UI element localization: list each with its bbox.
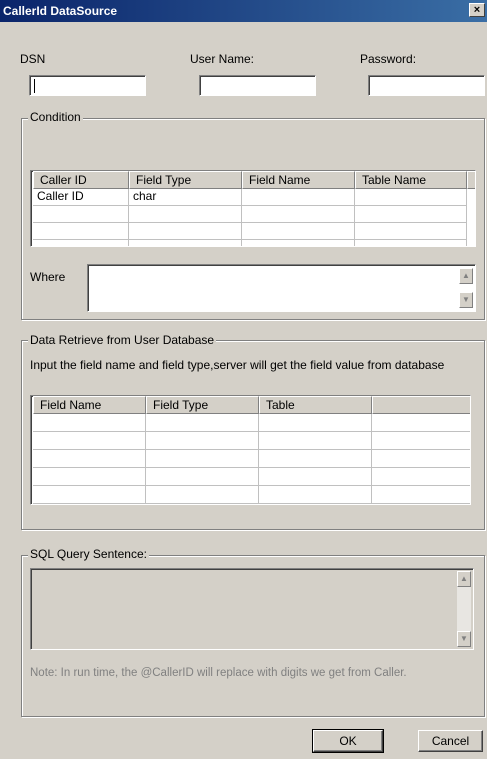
table-cell[interactable]	[33, 432, 146, 450]
table-cell[interactable]	[146, 432, 259, 450]
dsn-label: DSN	[20, 52, 46, 66]
table-cell[interactable]	[242, 240, 355, 246]
where-label: Where	[30, 270, 66, 284]
table-cell[interactable]	[372, 468, 470, 486]
table-cell[interactable]	[372, 414, 470, 432]
condition-table[interactable]: Caller ID Field Type Field Name Table Na…	[30, 170, 476, 247]
password-field[interactable]	[368, 75, 485, 96]
table-cell[interactable]	[33, 240, 129, 246]
table-cell[interactable]	[355, 206, 467, 223]
retrieve-table[interactable]: Field Name Field Type Table	[30, 395, 471, 505]
column-header-table[interactable]: Table	[259, 396, 372, 414]
user-name-field[interactable]	[199, 75, 316, 96]
table-cell[interactable]	[146, 450, 259, 468]
close-button[interactable]: ×	[469, 3, 485, 17]
scroll-down-button[interactable]: ▼	[457, 631, 471, 647]
column-header-field-type[interactable]: Field Type	[146, 396, 259, 414]
where-field[interactable]: ▲ ▼	[87, 264, 476, 312]
table-cell[interactable]	[129, 206, 242, 223]
column-header-blank[interactable]	[372, 396, 470, 414]
title-bar: CallerId DataSource	[0, 0, 487, 22]
sql-legend: SQL Query Sentence:	[28, 547, 149, 561]
down-arrow-icon: ▼	[462, 295, 470, 304]
sql-note: Note: In run time, the @CallerID will re…	[30, 667, 407, 679]
table-cell[interactable]	[129, 240, 242, 246]
down-arrow-icon: ▼	[460, 634, 468, 643]
table-cell[interactable]: char	[129, 189, 242, 206]
data-retrieve-description: Input the field name and field type,serv…	[30, 358, 445, 372]
table-cell[interactable]	[33, 223, 129, 240]
table-cell[interactable]	[259, 486, 372, 504]
table-cell[interactable]	[259, 450, 372, 468]
column-header-spacer	[467, 171, 475, 189]
text-caret	[34, 79, 35, 93]
table-cell[interactable]	[146, 414, 259, 432]
column-header-field-name[interactable]: Field Name	[33, 396, 146, 414]
table-cell[interactable]	[242, 223, 355, 240]
data-retrieve-legend: Data Retrieve from User Database	[28, 333, 217, 347]
table-cell[interactable]	[259, 414, 372, 432]
table-cell[interactable]	[33, 414, 146, 432]
table-cell[interactable]	[33, 486, 146, 504]
cancel-button[interactable]: Cancel	[418, 730, 483, 752]
table-cell[interactable]	[355, 240, 467, 246]
column-header-field-name[interactable]: Field Name	[242, 171, 355, 189]
table-cell[interactable]: Caller ID	[33, 189, 129, 206]
table-cell[interactable]	[259, 432, 372, 450]
table-cell[interactable]	[146, 486, 259, 504]
table-cell[interactable]	[372, 486, 470, 504]
table-cell[interactable]	[355, 223, 467, 240]
table-cell[interactable]	[242, 189, 355, 206]
condition-legend: Condition	[28, 110, 83, 124]
column-header-table-name[interactable]: Table Name	[355, 171, 467, 189]
table-cell[interactable]	[372, 432, 470, 450]
scroll-up-button[interactable]: ▲	[459, 268, 473, 284]
password-label: Password:	[360, 52, 417, 66]
table-cell[interactable]	[259, 468, 372, 486]
sql-query-field[interactable]: ▲ ▼	[30, 568, 474, 650]
scrollbar-track[interactable]	[457, 587, 471, 631]
scroll-down-button[interactable]: ▼	[459, 292, 473, 308]
table-cell[interactable]	[33, 450, 146, 468]
scroll-up-button[interactable]: ▲	[457, 571, 471, 587]
up-arrow-icon: ▲	[460, 574, 468, 583]
close-icon: ×	[473, 4, 481, 16]
ok-button[interactable]: OK	[312, 729, 384, 753]
table-cell[interactable]	[33, 206, 129, 223]
table-cell[interactable]	[146, 468, 259, 486]
window-title: CallerId DataSource	[3, 4, 118, 18]
table-cell[interactable]	[372, 450, 470, 468]
up-arrow-icon: ▲	[462, 271, 470, 280]
dsn-field[interactable]	[29, 75, 146, 96]
user-name-label: User Name:	[190, 52, 255, 66]
column-header-field-type[interactable]: Field Type	[129, 171, 242, 189]
column-header-caller-id[interactable]: Caller ID	[33, 171, 129, 189]
table-cell[interactable]	[355, 189, 467, 206]
table-cell[interactable]	[33, 468, 146, 486]
table-cell[interactable]	[242, 206, 355, 223]
table-cell[interactable]	[129, 223, 242, 240]
